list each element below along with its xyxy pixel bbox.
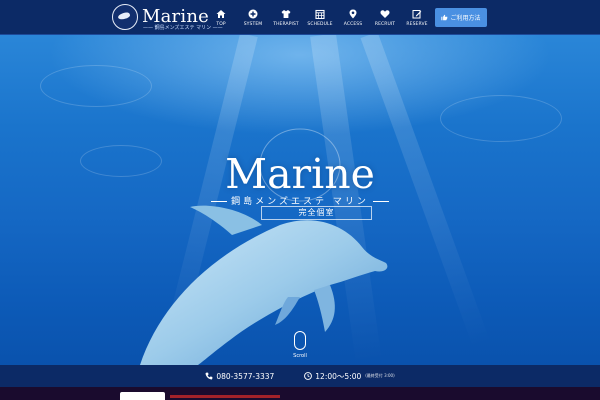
nav-label-schedule: SCHEDULE xyxy=(307,22,333,27)
dolphin-dorsal-fin xyxy=(190,205,262,235)
hand-icon xyxy=(441,14,448,21)
nav-label-top: TOP xyxy=(216,22,226,27)
nav-therapist[interactable]: THERAPIST xyxy=(269,0,303,34)
hours-note: (最終受付 3:00) xyxy=(365,373,395,378)
nav-label-system: SYSTEM xyxy=(243,22,263,27)
nav-access[interactable]: ACCESS xyxy=(337,0,369,34)
usage-guide-button[interactable]: ご利用方法 xyxy=(435,8,487,27)
dolphin-logo-icon xyxy=(112,4,138,30)
nav-top[interactable]: TOP xyxy=(205,0,237,34)
business-hours: 12:00～5:00 (最終受付 3:00) xyxy=(304,371,395,382)
dolphin-pectoral-fin xyxy=(314,285,335,332)
nav-label-reserve: RESERVE xyxy=(406,22,428,27)
news-ticker xyxy=(170,395,280,398)
logo-text: Marine xyxy=(142,6,209,27)
edit-icon xyxy=(412,10,422,19)
home-icon xyxy=(216,10,226,18)
heart-icon xyxy=(380,10,390,18)
contact-info-bar: 080-3577-3337 12:00～5:00 (最終受付 3:00) xyxy=(0,365,600,387)
nav-system[interactable]: SYSTEM xyxy=(237,0,269,34)
site-logo[interactable]: Marine —— 鋼島メンズエステ マリン —— xyxy=(112,4,223,31)
main-nav: TOP SYSTEM THERAPIST SCHEDULE ACCESS REC… xyxy=(205,0,433,34)
site-header: Marine —— 鋼島メンズエステ マリン —— TOP SYSTEM THE… xyxy=(0,0,600,35)
hero-title: Marine xyxy=(225,150,375,198)
mouse-icon xyxy=(294,331,306,350)
scroll-indicator[interactable]: Scroll xyxy=(291,331,309,359)
nav-recruit[interactable]: RECRUIT xyxy=(369,0,401,34)
nav-label-access: ACCESS xyxy=(343,22,363,27)
dolphin-body xyxy=(140,220,388,365)
calendar-icon xyxy=(315,9,325,19)
scroll-label: Scroll xyxy=(293,353,307,359)
map-pin-icon xyxy=(349,9,357,19)
news-tab[interactable] xyxy=(120,392,165,400)
plus-circle-icon xyxy=(248,9,258,19)
usage-guide-label: ご利用方法 xyxy=(450,15,481,22)
phone-icon xyxy=(205,372,213,380)
hours-text: 12:00～5:00 xyxy=(315,371,362,381)
nav-reserve[interactable]: RESERVE xyxy=(401,0,433,34)
shirt-icon xyxy=(281,10,291,18)
nav-schedule[interactable]: SCHEDULE xyxy=(303,0,337,34)
nav-label-recruit: RECRUIT xyxy=(374,22,396,27)
phone-number[interactable]: 080-3577-3337 xyxy=(205,372,274,381)
nav-label-therapist: THERAPIST xyxy=(273,22,299,27)
news-section-strip xyxy=(0,387,600,400)
clock-icon xyxy=(304,372,313,380)
private-room-badge: 完全個室 xyxy=(261,206,372,220)
hero-section: Marine 鋼島メンズエステ マリン 完全個室 Scroll xyxy=(0,35,600,365)
phone-text: 080-3577-3337 xyxy=(216,371,275,381)
